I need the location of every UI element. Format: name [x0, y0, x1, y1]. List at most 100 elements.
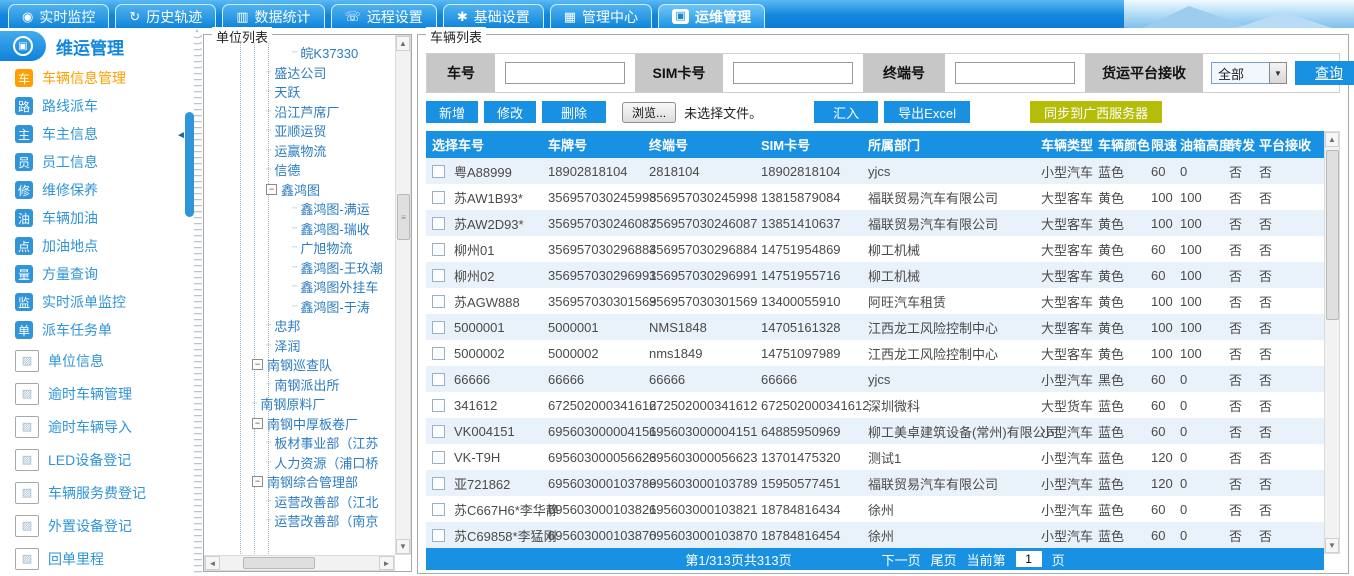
row-checkbox[interactable]: [432, 451, 445, 464]
table-row[interactable]: 50000015000001NMS184814705161328江西龙工风险控制…: [426, 314, 1325, 340]
tree-node[interactable]: ┄板材事业部（江苏: [206, 433, 394, 453]
row-checkbox[interactable]: [432, 295, 445, 308]
sidebar-item[interactable]: 油车辆加油: [0, 204, 190, 232]
table-row[interactable]: 苏C69858*李猛刚69560300010387069560300010387…: [426, 522, 1325, 548]
tree-node[interactable]: ┄广旭物流: [206, 238, 394, 258]
collapse-minus-icon[interactable]: −: [266, 184, 277, 195]
row-checkbox[interactable]: [432, 529, 445, 542]
tree-node[interactable]: ┄鑫鸿图-王玖潮: [206, 258, 394, 278]
tree-node[interactable]: ┄运赢物流: [206, 141, 394, 161]
sidebar-item[interactable]: 单派车任务单: [0, 316, 190, 344]
table-row[interactable]: 柳州02356957030296991356957030296991147519…: [426, 262, 1325, 288]
tab-实时监控[interactable]: ◉实时监控: [8, 4, 109, 28]
row-checkbox[interactable]: [432, 425, 445, 438]
tab-管理中心[interactable]: ▦管理中心: [550, 4, 652, 28]
chevron-down-icon[interactable]: ▼: [1269, 62, 1287, 84]
browse-file-button[interactable]: 浏览...: [622, 102, 676, 123]
tree-node[interactable]: −南钢中厚板卷厂: [206, 414, 394, 434]
tree-node[interactable]: ┄南钢派出所: [206, 375, 394, 395]
tree-node[interactable]: ┄亚顺运贸: [206, 121, 394, 141]
sync-guangxi-button[interactable]: 同步到广西服务器: [1030, 101, 1162, 123]
sidebar-item[interactable]: 员员工信息: [0, 148, 190, 176]
tree-node[interactable]: ┄皖K37330: [206, 43, 394, 63]
tree-node[interactable]: ┄运营改善部（江北: [206, 492, 394, 512]
scroll-up-icon[interactable]: ▲: [1325, 132, 1339, 147]
row-checkbox[interactable]: [432, 477, 445, 490]
table-row[interactable]: 苏AW2D93*35695703024608735695703024608713…: [426, 210, 1325, 236]
table-row[interactable]: 50000025000002nms184914751097989江西龙工风险控制…: [426, 340, 1325, 366]
tab-数据统计[interactable]: ▥数据统计: [222, 4, 324, 28]
tree-node[interactable]: ┄泽润: [206, 336, 394, 356]
sidebar-item[interactable]: ▨逾时车辆导入: [0, 410, 190, 443]
table-row[interactable]: 亚721862695603000103789695603000103789159…: [426, 470, 1325, 496]
sidebar-item[interactable]: ▨回单里程: [0, 542, 190, 575]
table-row[interactable]: VK00415169560300000415169560300000415164…: [426, 418, 1325, 444]
tree-node[interactable]: ┄信德: [206, 160, 394, 180]
tab-远程设置[interactable]: ☏远程设置: [331, 4, 437, 28]
row-checkbox[interactable]: [432, 399, 445, 412]
row-checkbox[interactable]: [432, 373, 445, 386]
edit-button[interactable]: 修改: [484, 101, 536, 123]
tab-基础设置[interactable]: ✱基础设置: [443, 4, 544, 28]
export-excel-button[interactable]: 导出Excel: [884, 101, 970, 123]
row-checkbox[interactable]: [432, 269, 445, 282]
tree-node[interactable]: −南钢综合管理部: [206, 472, 394, 492]
tree-node[interactable]: ┄盛达公司: [206, 63, 394, 83]
row-checkbox[interactable]: [432, 165, 445, 178]
tab-历史轨迹[interactable]: ↻历史轨迹: [115, 4, 216, 28]
collapse-minus-icon[interactable]: −: [252, 359, 263, 370]
import-button[interactable]: 汇入: [814, 101, 878, 123]
current-page-input[interactable]: [1016, 551, 1042, 567]
freight-receive-select[interactable]: 全部 ▼: [1211, 62, 1287, 84]
tree-node[interactable]: ┄鑫鸿图-满运: [206, 199, 394, 219]
add-button[interactable]: 新增: [426, 101, 478, 123]
scroll-down-icon[interactable]: ▼: [396, 539, 410, 554]
table-row[interactable]: 3416126725020003416126725020003416126725…: [426, 392, 1325, 418]
tree-node[interactable]: ┄鑫鸿图-于涛: [206, 297, 394, 317]
tree-node[interactable]: −鑫鸿图: [206, 180, 394, 200]
sidebar-item[interactable]: 量方量查询: [0, 260, 190, 288]
sidebar-item[interactable]: 修维修保养: [0, 176, 190, 204]
scroll-up-icon[interactable]: ▲: [396, 36, 410, 51]
tree-scroll-thumb[interactable]: ≡: [397, 194, 410, 240]
last-page-link[interactable]: 尾页: [931, 550, 957, 569]
table-row[interactable]: VK-T9H6956030000566236956030000566231370…: [426, 444, 1325, 470]
tree-node[interactable]: −南钢巡查队: [206, 355, 394, 375]
row-checkbox[interactable]: [432, 503, 445, 516]
scroll-down-icon[interactable]: ▼: [1325, 538, 1339, 553]
terminal-no-input[interactable]: [955, 62, 1075, 84]
query-button[interactable]: 查询: [1295, 61, 1354, 85]
tree-node[interactable]: ┄忠邦: [206, 316, 394, 336]
sidebar-item[interactable]: 监实时派单监控: [0, 288, 190, 316]
sidebar-item[interactable]: ▨逾时车辆管理: [0, 377, 190, 410]
table-row[interactable]: 苏C667H6*李华静69560300010382169560300010382…: [426, 496, 1325, 522]
tree-node[interactable]: ┄南钢原料厂: [206, 394, 394, 414]
sidebar-item[interactable]: ▨车辆服务费登记: [0, 476, 190, 509]
row-checkbox[interactable]: [432, 321, 445, 334]
panel-splitter[interactable]: [194, 28, 202, 576]
tree-node[interactable]: ┄人力资源（浦口桥: [206, 453, 394, 473]
sidebar-item[interactable]: 主车主信息: [0, 120, 190, 148]
row-checkbox[interactable]: [432, 243, 445, 256]
table-row[interactable]: 苏AGW888356957030301569356957030301569134…: [426, 288, 1325, 314]
collapse-minus-icon[interactable]: −: [252, 418, 263, 429]
tree-hscroll-thumb[interactable]: [243, 557, 315, 569]
tree-node[interactable]: ┄鑫鸿图外挂车: [206, 277, 394, 297]
tree-horizontal-scrollbar[interactable]: ◄ ►: [204, 555, 395, 571]
tab-运维管理[interactable]: ▣运维管理: [658, 4, 765, 28]
row-checkbox[interactable]: [432, 217, 445, 230]
tree-node[interactable]: ┄鑫鸿图-瑞收: [206, 219, 394, 239]
row-checkbox[interactable]: [432, 191, 445, 204]
collapse-minus-icon[interactable]: −: [252, 476, 263, 487]
tree-node[interactable]: ┄沿江芦席厂: [206, 102, 394, 122]
scroll-right-icon[interactable]: ►: [379, 556, 394, 570]
tree-node[interactable]: ┄天跃: [206, 82, 394, 102]
scroll-left-icon[interactable]: ◄: [205, 556, 220, 570]
row-checkbox[interactable]: [432, 347, 445, 360]
table-row[interactable]: 柳州01356957030296884356957030296884147519…: [426, 236, 1325, 262]
sidebar-item[interactable]: 路路线派车: [0, 92, 190, 120]
sidebar-item[interactable]: ▨外置设备登记: [0, 509, 190, 542]
next-page-link[interactable]: 下一页: [882, 550, 921, 569]
sim-no-input[interactable]: [733, 62, 853, 84]
table-row[interactable]: 粤A8899918902818104281810418902818104yjcs…: [426, 158, 1325, 184]
